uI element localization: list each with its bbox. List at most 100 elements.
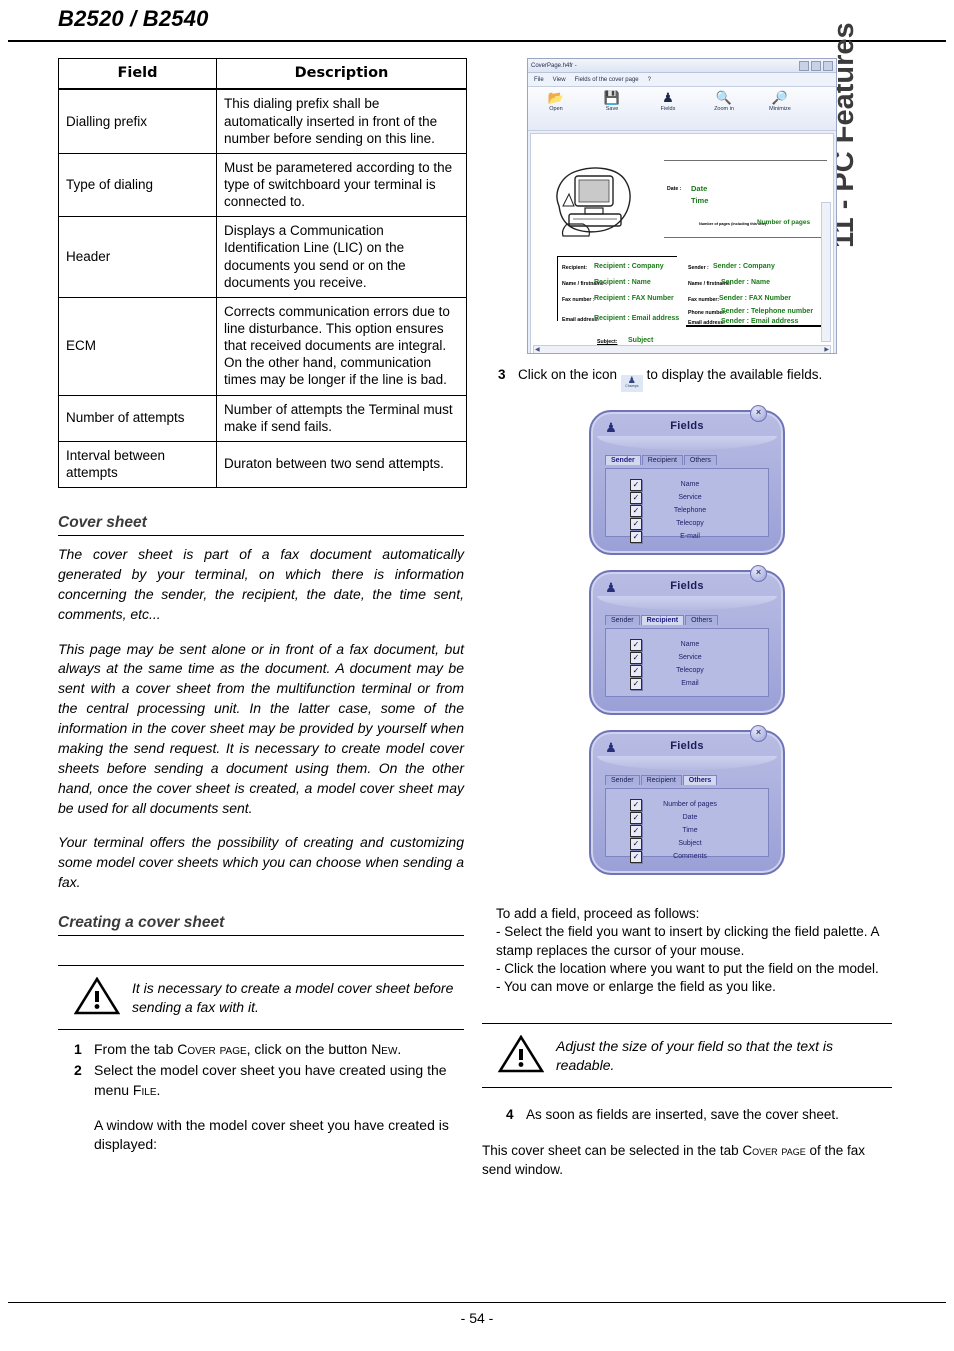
close-icon[interactable]: × [750,565,767,582]
tab-others[interactable]: Others [685,615,719,625]
checkbox-icon[interactable]: ✓ [630,478,642,491]
menu-fields-of-cover-page[interactable]: Fields of the cover page [575,77,639,83]
checkbox-icon[interactable]: ✓ [630,677,642,690]
checkbox-icon[interactable]: ✓ [630,530,642,543]
menu-file[interactable]: File [534,77,544,83]
tab-sender[interactable]: Sender [605,775,640,785]
app-titlebar: CoverPage.h4fr - [528,59,836,73]
toolbar-button-zoom-in[interactable]: 🔍 Zoom in [696,90,752,112]
toolbar-button-minimize[interactable]: 🔎 Minimize [752,90,808,112]
list-item[interactable]: ✓ Telecopy [606,517,768,530]
app-menubar: File View Fields of the cover page ? [528,73,836,87]
sender-value-1[interactable]: Sender : Name [721,279,770,286]
checkbox-icon[interactable]: ✓ [630,517,642,530]
step-smallcaps-2: New [371,1041,398,1058]
warning-note: It is necessary to create a model cover … [58,965,464,1031]
recipient-value-1[interactable]: Recipient : Name [594,279,651,286]
menu-help[interactable]: ? [648,77,651,83]
table-cell-description: Number of attempts the Terminal must mak… [216,394,467,442]
horizontal-scrollbar[interactable]: ◀ ▶ [533,345,831,353]
checkbox-icon[interactable]: ✓ [630,638,642,651]
close-icon[interactable]: × [750,725,767,742]
list-item[interactable]: ✓ Telecopy [606,664,768,677]
close-button[interactable] [823,61,833,71]
toolbar-button-save[interactable]: 💾 Save [584,90,640,112]
close-icon[interactable]: × [750,405,767,422]
list-item[interactable]: ✓ Name [606,478,768,491]
checkbox-icon[interactable]: ✓ [630,850,642,863]
tab-others[interactable]: Others [682,775,718,785]
list-item[interactable]: ✓ E-mail [606,530,768,543]
page-title: B2520 / B2540 [58,6,209,31]
tab-recipient[interactable]: Recipient [641,455,683,465]
list-item[interactable]: ✓ Time [606,824,768,837]
checkbox-icon[interactable]: ✓ [630,504,642,517]
checkbox-icon[interactable]: ✓ [630,811,642,824]
fields-dialog-recipient[interactable]: ♟ Fields × Sender Recipient Others ✓ Nam… [589,565,785,715]
checkbox-icon[interactable]: ✓ [630,491,642,504]
list-item[interactable]: ✓ Subject [606,837,768,850]
menu-view[interactable]: View [553,77,566,83]
coverpage-canvas[interactable]: Date : Date Time Number of pages (includ… [530,133,834,353]
canvas-rule-top [664,160,827,161]
canvas-pages-value[interactable]: Number of pages [757,219,810,226]
recipient-value-3[interactable]: Recipient : Email address [594,315,679,322]
tab-recipient[interactable]: Recipient [640,615,685,625]
list-item[interactable]: ✓ Comments [606,850,768,863]
field-label: Time [682,827,698,834]
recipient-box-top-rule [557,256,677,257]
checkbox-icon[interactable]: ✓ [630,664,642,677]
table-cell-field: ECM [58,296,217,396]
vertical-scrollbar[interactable] [821,202,831,342]
tab-sender[interactable]: Sender [605,615,640,625]
list-item[interactable]: ✓ Name [606,638,768,651]
list-item[interactable]: ✓ Email [606,677,768,690]
recipient-value-2[interactable]: Recipient : FAX Number [594,295,674,302]
field-label: Service [678,494,702,501]
sender-value-3[interactable]: Sender : Telephone number [721,308,813,315]
step-smallcaps-1: File [132,1081,157,1098]
canvas-time-value[interactable]: Time [691,196,708,205]
list-item[interactable]: ✓ Number of pages [606,798,768,811]
table-cell-field: Header [58,216,217,298]
section-divider [58,935,464,937]
section-heading-creating-cover-sheet: Creating a cover sheet [58,914,225,932]
sender-value-0[interactable]: Sender : Company [713,263,775,270]
sender-value-4[interactable]: Sender : Email address [721,318,798,325]
coverpage-editor-screenshot: CoverPage.h4fr - File View Fields of the… [527,58,837,354]
document-page: B2520 / B2540 11 - PC Features Field Des… [0,0,954,1351]
tab-others[interactable]: Others [683,455,717,465]
table-cell-description: Must be parametered according to the typ… [216,152,467,218]
add-field-line-1: To add a field, proceed as follows: [496,906,700,921]
scroll-right-arrow[interactable]: ▶ [824,346,829,353]
toolbar-button-open[interactable]: 📂 Open [528,90,584,112]
list-item[interactable]: ✓ Date [606,811,768,824]
maximize-button[interactable] [811,61,821,71]
table-row: Interval between attempts Duraton betwee… [58,440,467,489]
tab-sender[interactable]: Sender [605,455,641,465]
fields-stamp-icon[interactable]: ♟ Champs [620,375,643,392]
toolbar-button-fields[interactable]: ♟ Fields [640,90,696,112]
checkbox-icon[interactable]: ✓ [630,798,642,811]
subject-value[interactable]: Subject [628,337,653,344]
sender-value-2[interactable]: Sender : FAX Number [719,295,791,302]
fields-dialog-others[interactable]: ♟ Fields × Sender Recipient Others ✓ Num… [589,725,785,875]
checkbox-icon[interactable]: ✓ [630,824,642,837]
checkbox-icon[interactable]: ✓ [630,651,642,664]
add-field-instructions: To add a field, proceed as follows: - Se… [482,905,892,997]
field-list: ✓ Number of pages ✓ Date ✓ Time ✓ Subjec… [606,798,768,863]
checkbox-icon[interactable]: ✓ [630,837,642,850]
dialog-tabs: Sender Recipient Others [605,615,719,625]
tab-recipient[interactable]: Recipient [640,775,682,785]
fields-dialog-sender[interactable]: ♟ Fields × Sender Recipient Others ✓ Nam… [589,405,785,555]
list-item[interactable]: ✓ Service [606,651,768,664]
list-item[interactable]: ✓ Service [606,491,768,504]
scroll-left-arrow[interactable]: ◀ [535,346,540,353]
minimize-button[interactable] [799,61,809,71]
canvas-date-value[interactable]: Date [691,184,707,193]
sender-label-4: Email address: [688,320,725,326]
field-label: Date [682,814,698,821]
table-cell-description: Corrects communication errors due to lin… [216,296,467,396]
recipient-value-0[interactable]: Recipient : Company [594,263,664,270]
list-item[interactable]: ✓ Telephone [606,504,768,517]
